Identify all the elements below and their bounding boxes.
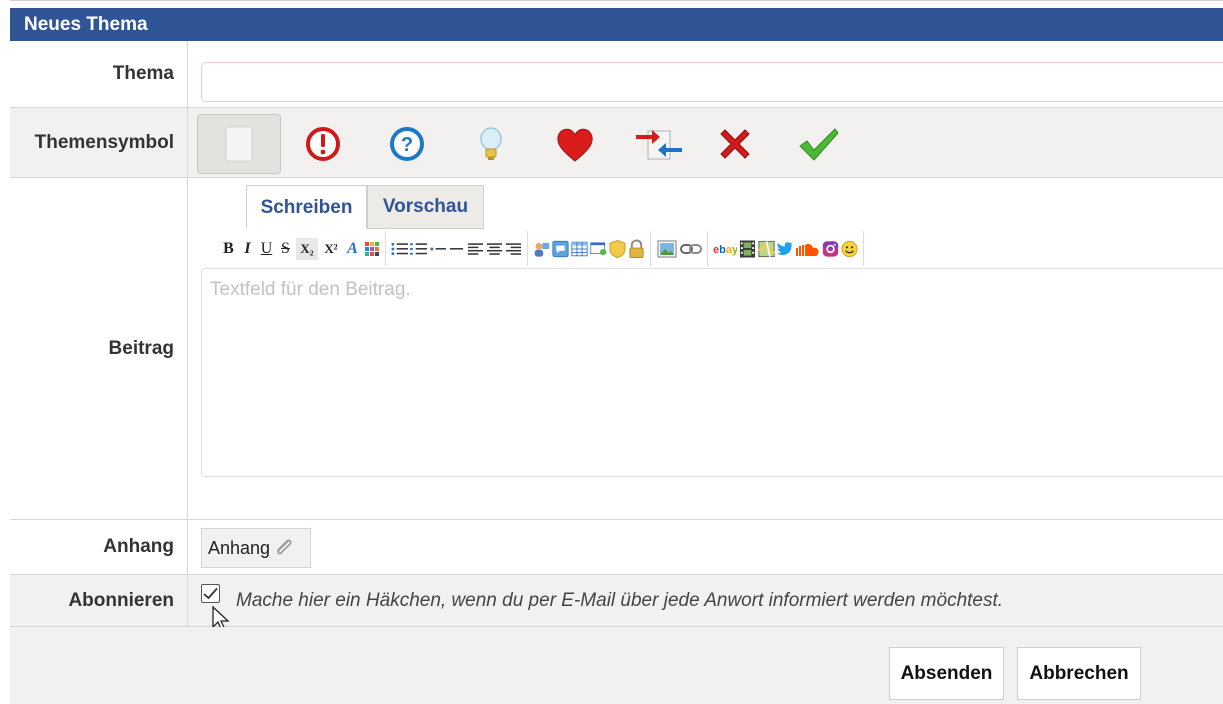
symbol-cross-option[interactable] <box>693 114 777 174</box>
subscribe-hint: Mache hier ein Häkchen, wenn du per E-Ma… <box>236 590 1004 611</box>
attachment-button[interactable]: Anhang <box>201 528 311 568</box>
tab-vorschau[interactable]: Vorschau <box>367 185 484 229</box>
horizontal-rule-icon[interactable] <box>448 238 465 260</box>
lightbulb-icon <box>480 127 502 160</box>
numbered-list-icon[interactable] <box>410 238 427 260</box>
symbol-arrows-option[interactable] <box>617 114 701 174</box>
superscript-button[interactable]: X² <box>320 238 342 260</box>
heart-icon <box>557 128 593 162</box>
image-icon[interactable] <box>656 238 678 260</box>
spoiler-shield-icon[interactable] <box>609 238 626 260</box>
beitrag-label: Beitrag <box>10 178 188 519</box>
twitter-icon[interactable] <box>777 238 794 260</box>
italic-button[interactable]: I <box>239 238 256 260</box>
symbol-row: Themensymbol ? <box>10 108 1223 178</box>
film-icon[interactable] <box>739 238 756 260</box>
symbol-label: Themensymbol <box>10 108 188 177</box>
symbol-check-option[interactable] <box>777 114 861 174</box>
align-right-icon[interactable] <box>505 238 522 260</box>
toolbar-group-embeds: ebay <box>708 231 864 266</box>
map-icon[interactable] <box>758 238 775 260</box>
align-left-icon[interactable] <box>467 238 484 260</box>
symbol-blank-option[interactable] <box>197 114 281 174</box>
abonnieren-label: Abonnieren <box>10 575 188 626</box>
list-item-icon[interactable] <box>429 238 446 260</box>
symbol-question-option[interactable]: ? <box>365 114 449 174</box>
question-icon: ? <box>390 127 424 161</box>
color-palette-icon[interactable] <box>363 238 380 260</box>
checkmark-icon <box>799 128 839 161</box>
exclamation-icon <box>306 127 340 161</box>
anhang-row: Anhang Anhang <box>10 520 1223 575</box>
thema-label: Thema <box>10 41 188 107</box>
soundcloud-icon[interactable] <box>796 238 820 260</box>
abonnieren-row: Abonnieren Mache hier ein Häkchen, wenn … <box>10 575 1223 632</box>
beitrag-textarea[interactable] <box>201 268 1223 477</box>
svg-text:ebay: ebay <box>713 244 737 256</box>
beitrag-row: Beitrag Schreiben Vorschau B I U S X₂ X²… <box>10 178 1223 520</box>
align-center-icon[interactable] <box>486 238 503 260</box>
cross-icon <box>720 129 750 159</box>
check-icon <box>203 587 218 600</box>
font-button[interactable]: A <box>344 238 361 260</box>
thema-row: Thema <box>10 41 1223 108</box>
tab-schreiben[interactable]: Schreiben <box>246 185 367 229</box>
quote-user-icon[interactable] <box>533 238 550 260</box>
actions-label-spacer <box>10 627 188 704</box>
instagram-icon[interactable] <box>822 238 839 260</box>
top-divider <box>10 0 1223 1</box>
paperclip-icon <box>277 539 292 555</box>
editor-toolbar: B I U S X₂ X² A ebay <box>215 230 864 267</box>
smiley-icon[interactable] <box>841 238 858 260</box>
symbol-lightbulb-option[interactable] <box>449 114 533 174</box>
table-icon[interactable] <box>571 238 588 260</box>
new-topic-form: Thema Themensymbol ? Beitrag Schreiben V… <box>10 41 1223 704</box>
anhang-label: Anhang <box>10 520 188 574</box>
blank-icon <box>225 126 253 162</box>
ebay-icon[interactable]: ebay <box>713 238 737 260</box>
cancel-button[interactable]: Abbrechen <box>1017 647 1141 700</box>
link-icon[interactable] <box>680 238 702 260</box>
symbol-exclamation-option[interactable] <box>281 114 365 174</box>
bold-button[interactable]: B <box>220 238 237 260</box>
underline-button[interactable]: U <box>258 238 275 260</box>
toolbar-group-lists <box>386 231 528 266</box>
window-icon[interactable] <box>590 238 607 260</box>
toolbar-group-text: B I U S X₂ X² A <box>215 231 386 266</box>
bullet-list-icon[interactable] <box>391 238 408 260</box>
svg-text:?: ? <box>401 134 413 156</box>
attachment-button-label: Anhang <box>208 537 271 558</box>
actions-row: Absenden Abbrechen <box>10 627 1223 704</box>
send-button[interactable]: Absenden <box>889 647 1004 700</box>
arrows-icon <box>636 130 682 160</box>
toolbar-group-blocks <box>528 231 651 266</box>
quote-icon[interactable] <box>552 238 569 260</box>
subscript-button[interactable]: X₂ <box>296 237 318 260</box>
subscribe-checkbox[interactable] <box>201 584 220 603</box>
toolbar-group-media <box>651 231 708 266</box>
symbol-heart-option[interactable] <box>533 114 617 174</box>
lock-icon[interactable] <box>628 238 645 260</box>
form-title: Neues Thema <box>10 8 1223 41</box>
strikethrough-button[interactable]: S <box>277 238 294 260</box>
thema-input[interactable] <box>201 62 1223 102</box>
